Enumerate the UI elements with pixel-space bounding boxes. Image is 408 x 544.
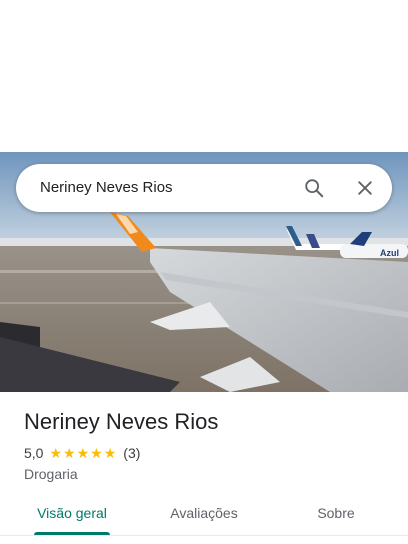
- star-icon: ★: [90, 445, 103, 461]
- search-button[interactable]: [302, 176, 326, 200]
- search-bar[interactable]: Neriney Neves Rios: [16, 164, 392, 212]
- star-icon: ★: [63, 445, 76, 461]
- place-title: Neriney Neves Rios: [24, 409, 219, 434]
- aircraft-tail-text: Azul: [380, 248, 399, 258]
- star-icon: ★: [76, 445, 90, 461]
- search-icon: [305, 179, 324, 198]
- tab-overview[interactable]: Visão geral: [34, 496, 110, 534]
- rating-value: 5,0: [24, 445, 44, 461]
- tab-reviews[interactable]: Avaliações: [164, 496, 244, 534]
- map-blank-area: [0, 0, 408, 152]
- review-count[interactable]: (3): [123, 445, 140, 461]
- star-icon: ★: [49, 445, 63, 461]
- tab-about[interactable]: Sobre: [310, 496, 362, 534]
- close-icon: [358, 181, 372, 195]
- star-rating: ★ ★ ★ ★ ★: [49, 446, 117, 460]
- rating-row[interactable]: 5,0 ★ ★ ★ ★ ★ (3): [24, 445, 140, 461]
- star-icon: ★: [103, 445, 117, 461]
- close-button[interactable]: [353, 176, 377, 200]
- search-query[interactable]: Neriney Neves Rios: [40, 164, 173, 212]
- place-category: Drogaria: [24, 466, 78, 482]
- tabs-divider: [0, 535, 408, 536]
- place-tabs: Visão geral Avaliações Sobre: [0, 496, 408, 536]
